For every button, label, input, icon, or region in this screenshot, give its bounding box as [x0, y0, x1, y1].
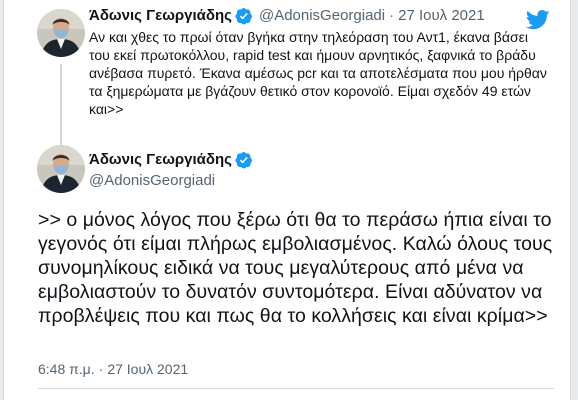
tweet-embed-card: Άδωνις Γεωργιάδης @AdonisGeorgiadi · 27 …	[3, 0, 571, 400]
avatar[interactable]	[37, 145, 85, 193]
dot-separator: ·	[389, 7, 395, 24]
author-name[interactable]: Άδωνις Γεωργιάδης	[89, 150, 232, 170]
author-name-row: Άδωνις Γεωργιάδης	[89, 150, 259, 170]
tweet-timestamp[interactable]: 6:48 π.μ. · 27 Ιουλ 2021	[38, 360, 188, 378]
author-name[interactable]: Άδωνις Γεωργιάδης	[89, 6, 232, 26]
verified-badge-icon	[235, 151, 253, 169]
main-tweet-author: Άδωνις Γεωργιάδης @AdonisGeorgiadi	[89, 150, 259, 192]
main-tweet-header: Άδωνις Γεωργιάδης @AdonisGeorgiadi	[4, 145, 570, 201]
main-tweet-text: >> ο μόνος λόγος που ξέρω ότι θα το περά…	[38, 209, 553, 327]
parent-tweet-header: Άδωνις Γεωργιάδης @AdonisGeorgiadi · 27 …	[89, 6, 549, 26]
tweet-date[interactable]: 27 Ιουλ 2021	[398, 6, 485, 26]
parent-tweet-text: Αν και χθες το πρωί όταν βγήκα στην τηλε…	[89, 29, 547, 117]
tweet-date[interactable]: 27 Ιουλ 2021	[107, 361, 188, 377]
divider	[38, 388, 554, 389]
avatar[interactable]	[37, 9, 85, 57]
tweet-time[interactable]: 6:48 π.μ.	[38, 361, 95, 377]
dot-separator: ·	[98, 361, 104, 377]
thread-connector-line	[60, 64, 62, 146]
verified-badge-icon	[235, 7, 253, 25]
author-handle[interactable]: @AdonisGeorgiadi	[89, 170, 259, 192]
author-handle[interactable]: @AdonisGeorgiadi	[259, 6, 385, 26]
parent-tweet-body: Άδωνις Γεωργιάδης @AdonisGeorgiadi · 27 …	[89, 6, 549, 118]
parent-tweet[interactable]: Άδωνις Γεωργιάδης @AdonisGeorgiadi · 27 …	[4, 0, 570, 148]
